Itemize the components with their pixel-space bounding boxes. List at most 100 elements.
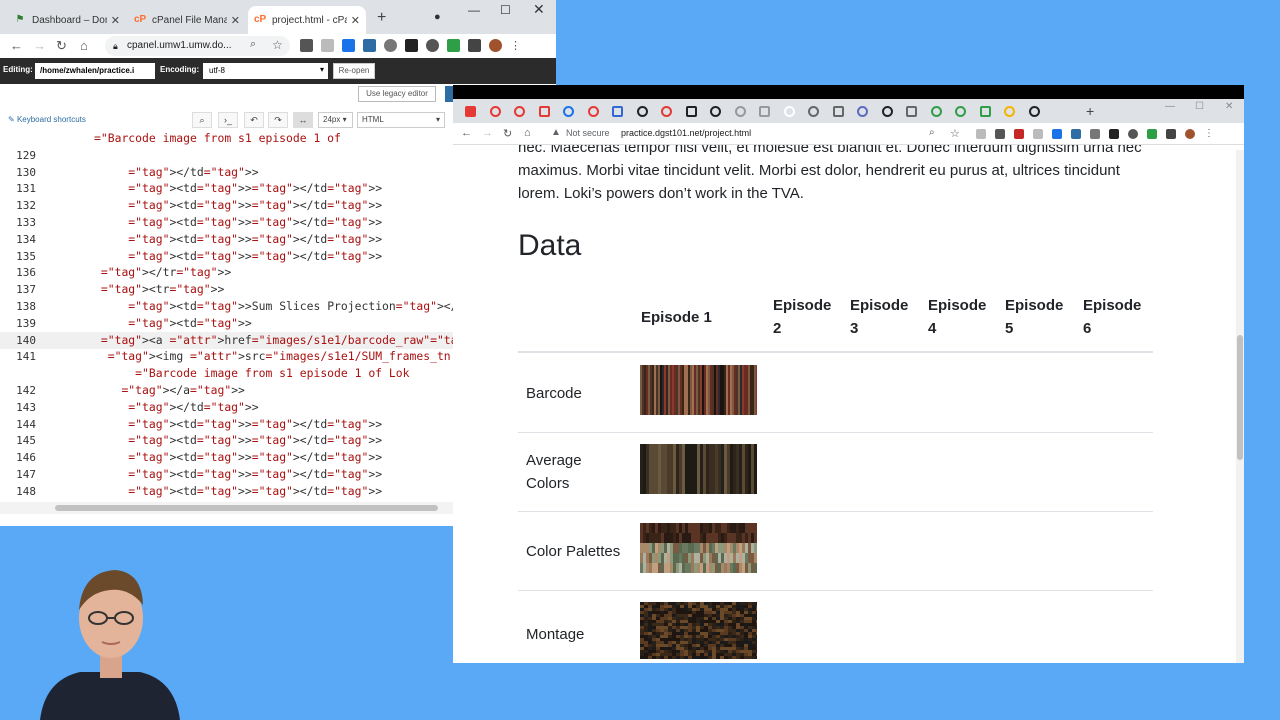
code-line[interactable]: 147 ="tag"><td="tag">>="tag"></td="tag">… <box>0 466 453 483</box>
tab-favicon-icon[interactable] <box>587 106 599 117</box>
code-editor[interactable]: ="Barcode image from s1 episode 1 of 129 1… <box>0 131 453 502</box>
wp-icon[interactable] <box>426 39 439 52</box>
close-icon[interactable]: ✕ <box>111 14 120 27</box>
reopen-button[interactable]: Re-open <box>333 63 375 79</box>
tab-favicon-icon[interactable] <box>1028 106 1040 117</box>
horizontal-scrollbar[interactable] <box>0 502 453 514</box>
extension-icon[interactable] <box>1052 129 1062 139</box>
extension-icon[interactable] <box>384 39 397 52</box>
legacy-editor-button[interactable]: Use legacy editor <box>358 86 436 102</box>
montage-image[interactable] <box>640 602 757 659</box>
tab-favicon-icon[interactable] <box>685 106 697 117</box>
vertical-scrollbar[interactable] <box>1236 150 1244 663</box>
code-line[interactable]: 137 ="tag"><tr="tag">> <box>0 281 453 298</box>
tab-favicon-icon[interactable] <box>734 106 746 117</box>
url-field[interactable]: 🔒︎ cpanel.umw1.umw.do... <box>105 36 290 56</box>
code-line[interactable]: 136 ="tag"></tr="tag">> <box>0 264 453 281</box>
extension-icon[interactable] <box>1090 129 1100 139</box>
minimize-icon[interactable]: — <box>468 3 480 17</box>
search-icon[interactable]: ⌕ <box>192 112 212 128</box>
menu-icon[interactable]: ⋮ <box>1204 129 1214 139</box>
color-palettes-image[interactable] <box>640 523 757 573</box>
code-line[interactable]: 134 ="tag"><td="tag">>="tag"></td="tag">… <box>0 231 453 248</box>
code-line[interactable]: 144 ="tag"><td="tag">>="tag"></td="tag">… <box>0 416 453 433</box>
reload-icon[interactable]: ↻ <box>503 127 512 140</box>
maximize-icon[interactable]: ☐ <box>1195 101 1204 112</box>
search-icon[interactable]: ⌕ <box>250 38 256 51</box>
code-line[interactable]: 145 ="tag"><td="tag">>="tag"></td="tag">… <box>0 432 453 449</box>
tab-favicon-icon[interactable] <box>759 106 770 117</box>
extension-icon[interactable] <box>342 39 355 52</box>
warning-icon[interactable]: ▲ <box>551 127 561 138</box>
average-colors-image[interactable] <box>640 444 757 494</box>
scrollbar-thumb[interactable] <box>1237 335 1243 460</box>
tab-project-html[interactable]: cP project.html - cPan ✕ <box>248 6 366 34</box>
tab-favicon-icon[interactable] <box>930 106 942 117</box>
tab-favicon-icon[interactable] <box>710 106 721 117</box>
terminal-icon[interactable]: ›_ <box>218 112 238 128</box>
tab-favicon-icon[interactable] <box>636 106 648 117</box>
tab-favicon-icon[interactable] <box>465 106 476 117</box>
new-tab-icon[interactable]: + <box>1086 103 1094 119</box>
tab-favicon-icon[interactable] <box>857 106 868 117</box>
tab-file-manager[interactable]: cP cPanel File Manag ✕ <box>128 6 246 34</box>
back-icon[interactable]: ← <box>10 38 23 53</box>
tab-dashboard[interactable]: ⚑ Dashboard – Doma ✕ <box>8 6 126 34</box>
avatar[interactable] <box>489 39 502 52</box>
code-line[interactable]: 133 ="tag"><td="tag">>="tag"></td="tag">… <box>0 214 453 231</box>
menu-icon[interactable]: ⋮ <box>510 39 521 52</box>
close-window-icon[interactable]: ✕ <box>533 1 545 18</box>
wordpress-icon[interactable] <box>1109 129 1119 139</box>
forward-icon[interactable]: → <box>33 38 46 53</box>
close-window-icon[interactable]: ✕ <box>1225 101 1233 112</box>
code-line[interactable]: 148 ="tag"><td="tag">>="tag"></td="tag">… <box>0 483 453 500</box>
tab-favicon-icon[interactable] <box>979 106 991 117</box>
extension-icon[interactable] <box>976 129 986 139</box>
code-line[interactable]: ="Barcode image from s1 episode 1 of Lok <box>0 365 453 382</box>
wrap-icon[interactable]: ↔ <box>293 112 313 128</box>
tab-search-icon[interactable]: ● <box>434 11 441 23</box>
extension-icon[interactable] <box>300 39 313 52</box>
keyboard-shortcuts-link[interactable]: ✎ Keyboard shortcuts <box>8 115 86 124</box>
extension-icon[interactable] <box>1071 129 1081 139</box>
tab-favicon-icon[interactable] <box>563 106 574 117</box>
extension-icon[interactable] <box>1147 129 1157 139</box>
wp-icon[interactable] <box>1128 129 1138 139</box>
code-line[interactable]: 129 <box>0 147 453 164</box>
code-line[interactable]: 135 ="tag"><td="tag">>="tag"></td="tag">… <box>0 248 453 265</box>
code-line[interactable]: ="Barcode image from s1 episode 1 of <box>0 131 453 147</box>
home-icon[interactable]: ⌂ <box>524 127 531 139</box>
extension-icon[interactable] <box>447 39 460 52</box>
code-line[interactable]: 140 ="tag"><a ="attr">href="images/s1e1/… <box>0 331 453 349</box>
extension-icon[interactable] <box>995 129 1005 139</box>
tab-favicon-icon[interactable] <box>612 106 623 117</box>
tab-favicon-icon[interactable] <box>832 106 844 117</box>
scrollbar-thumb[interactable] <box>55 505 438 511</box>
tab-favicon-icon[interactable] <box>489 106 501 117</box>
encoding-select[interactable]: utf-8 ▾ <box>203 63 328 79</box>
save-button-edge[interactable] <box>445 86 453 102</box>
code-line[interactable]: 138 ="tag"><td="tag">>Sum Slices Project… <box>0 298 453 315</box>
star-icon[interactable]: ☆ <box>950 127 960 140</box>
tab-favicon-icon[interactable] <box>906 106 917 117</box>
code-line[interactable]: 131 ="tag"><td="tag">>="tag"></td="tag">… <box>0 180 453 197</box>
shield-icon[interactable] <box>1014 129 1024 139</box>
extension-icon[interactable] <box>1033 129 1043 139</box>
star-icon[interactable]: ☆ <box>272 38 283 52</box>
tab-favicon-icon[interactable] <box>783 106 795 117</box>
back-icon[interactable]: ← <box>461 127 472 139</box>
code-line[interactable]: 143 ="tag"></td="tag">> <box>0 399 453 416</box>
forward-icon[interactable]: → <box>482 127 493 139</box>
minimize-icon[interactable]: — <box>1165 101 1175 112</box>
code-line[interactable]: 139 ="tag"><td="tag">> <box>0 315 453 332</box>
barcode-image[interactable] <box>640 365 757 415</box>
url-text[interactable]: practice.dgst101.net/project.html <box>621 128 751 138</box>
tab-favicon-icon[interactable] <box>538 106 550 117</box>
puzzle-icon[interactable] <box>1166 129 1176 139</box>
close-icon[interactable]: ✕ <box>231 14 240 27</box>
puzzle-icon[interactable] <box>468 39 481 52</box>
extension-icon[interactable] <box>321 39 334 52</box>
maximize-icon[interactable]: ☐ <box>500 3 511 17</box>
home-icon[interactable]: ⌂ <box>80 38 88 53</box>
mode-select[interactable]: HTML ▾ <box>357 112 445 128</box>
